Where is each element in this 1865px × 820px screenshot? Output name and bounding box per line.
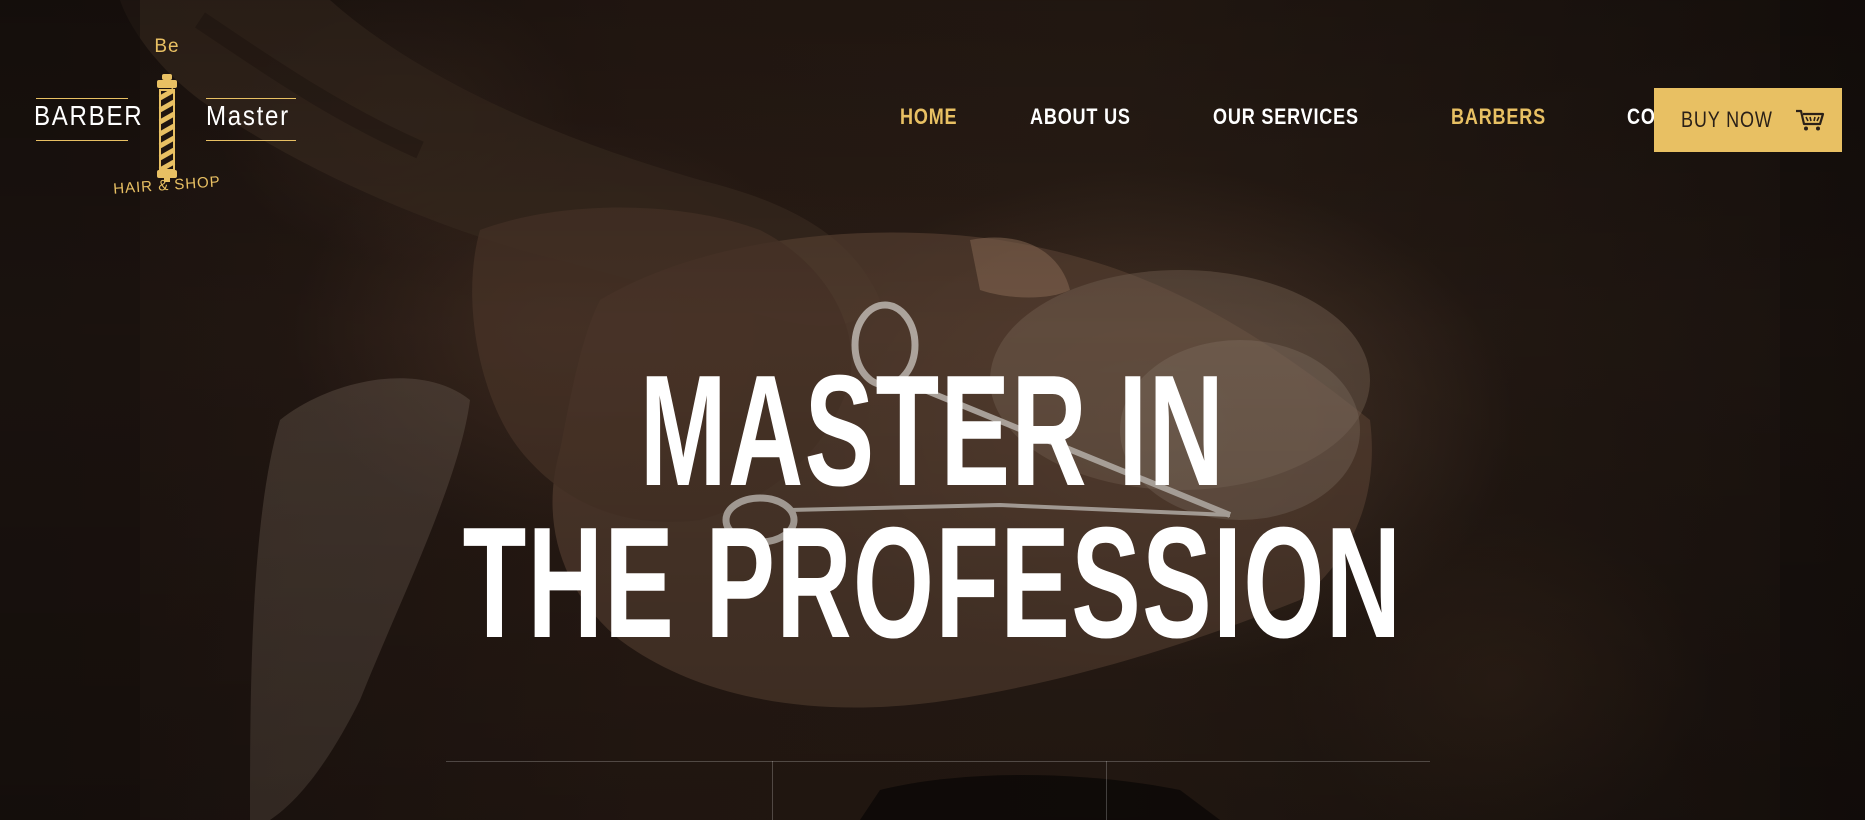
hero-headline: MASTER IN THE PROFESSION <box>0 343 1865 671</box>
hero-section: Be BARBER Master HAIR & SHOP HOME ABOUT … <box>0 0 1865 820</box>
logo-rule <box>36 140 128 141</box>
features-panel-top-border <box>446 761 1430 762</box>
nav-item-our-services[interactable]: OUR SERVICES <box>1213 104 1359 130</box>
features-panel-divider <box>772 761 773 820</box>
features-panel-divider <box>1106 761 1107 820</box>
logo-rule <box>206 98 296 99</box>
headline-line-1: MASTER IN <box>639 343 1226 519</box>
logo-word-left: BARBER <box>34 100 144 131</box>
logo-word-right: Master <box>206 100 290 131</box>
logo-prefix: Be <box>154 36 180 57</box>
brand-logo[interactable]: Be BARBER Master HAIR & SHOP <box>30 34 302 204</box>
buy-now-label: BUY NOW <box>1681 107 1773 132</box>
nav-item-home[interactable]: HOME <box>900 104 957 130</box>
cart-icon <box>1795 109 1824 131</box>
headline-line-2: THE PROFESSION <box>462 495 1403 671</box>
nav-item-barbers[interactable]: BARBERS <box>1451 104 1546 130</box>
logo-rule <box>206 140 296 141</box>
logo-rule <box>36 98 128 99</box>
nav-item-about-us[interactable]: ABOUT US <box>1030 104 1131 130</box>
buy-now-button[interactable]: BUY NOW <box>1654 88 1842 152</box>
